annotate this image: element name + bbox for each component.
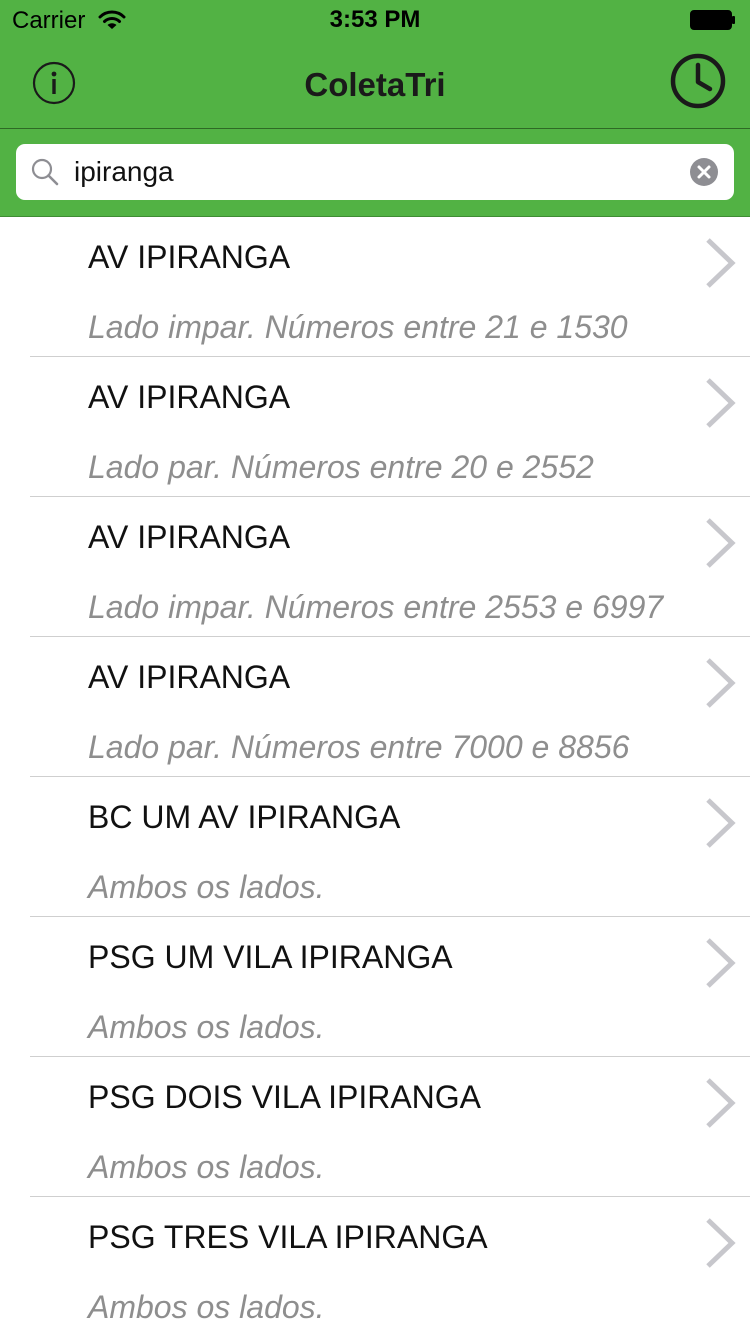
list-item[interactable]: PSG DOIS VILA IPIRANGA Ambos os lados. — [0, 1057, 750, 1197]
list-item[interactable]: AV IPIRANGA Lado par. Números entre 20 e… — [0, 357, 750, 497]
status-time: 3:53 PM — [329, 6, 421, 33]
street-name: AV IPIRANGA — [88, 659, 291, 695]
street-range: Ambos os lados. — [88, 869, 325, 905]
list-item[interactable]: AV IPIRANGA Lado par. Números entre 7000… — [0, 637, 750, 777]
street-range: Ambos os lados. — [88, 1009, 325, 1045]
search-input[interactable] — [74, 144, 674, 200]
street-name: AV IPIRANGA — [88, 239, 291, 275]
street-range: Lado par. Números entre 7000 e 8856 — [88, 729, 630, 765]
battery-icon — [690, 10, 735, 30]
chevron-right-icon — [706, 518, 736, 568]
street-name: PSG UM VILA IPIRANGA — [88, 939, 453, 975]
chevron-right-icon — [706, 658, 736, 708]
clock-icon[interactable] — [669, 52, 727, 110]
chevron-right-icon — [706, 938, 736, 988]
chevron-right-icon — [706, 378, 736, 428]
list-item[interactable]: AV IPIRANGA Lado impar. Números entre 25… — [0, 497, 750, 637]
street-name: PSG DOIS VILA IPIRANGA — [88, 1079, 482, 1115]
street-name: PSG TRES VILA IPIRANGA — [88, 1219, 488, 1255]
street-name: AV IPIRANGA — [88, 379, 291, 415]
results-list: AV IPIRANGA Lado impar. Números entre 21… — [0, 217, 750, 1334]
search-field[interactable] — [16, 144, 734, 200]
list-item[interactable]: PSG UM VILA IPIRANGA Ambos os lados. — [0, 917, 750, 1057]
street-range: Ambos os lados. — [88, 1149, 325, 1185]
street-range: Lado impar. Números entre 21 e 1530 — [88, 309, 628, 345]
list-item[interactable]: PSG TRES VILA IPIRANGA Ambos os lados. — [0, 1197, 750, 1334]
clear-search-icon[interactable] — [689, 157, 719, 187]
street-name: AV IPIRANGA — [88, 519, 291, 555]
search-icon — [31, 158, 59, 186]
navigation-header: Carrier 3:53 PM ColetaTri — [0, 0, 750, 129]
chevron-right-icon — [706, 1218, 736, 1268]
page-title: ColetaTri — [304, 66, 446, 103]
street-range: Lado par. Números entre 20 e 2552 — [88, 449, 594, 485]
chevron-right-icon — [706, 238, 736, 288]
list-item[interactable]: BC UM AV IPIRANGA Ambos os lados. — [0, 777, 750, 917]
status-bar: Carrier 3:53 PM — [0, 0, 750, 40]
chevron-right-icon — [706, 1078, 736, 1128]
street-name: BC UM AV IPIRANGA — [88, 799, 401, 835]
chevron-right-icon — [706, 798, 736, 848]
street-range: Lado impar. Números entre 2553 e 6997 — [88, 589, 664, 625]
list-item[interactable]: AV IPIRANGA Lado impar. Números entre 21… — [0, 217, 750, 357]
search-bar — [0, 129, 750, 217]
street-range: Ambos os lados. — [88, 1289, 325, 1325]
